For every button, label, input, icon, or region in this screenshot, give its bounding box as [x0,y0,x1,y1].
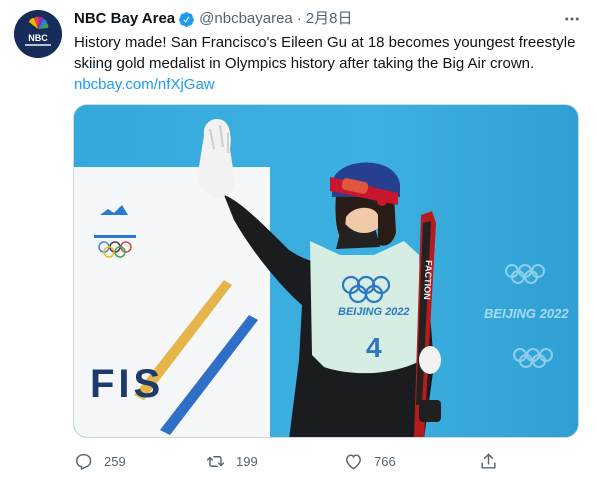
tweet-card: NBC NBC Bay Area @nbcbayarea · 2月8日 Hist… [0,0,597,477]
verified-badge-icon [178,11,195,28]
like-icon [344,452,363,471]
nbc-logo-icon: NBC [14,10,62,58]
share-icon [479,452,498,471]
reply-icon [74,452,93,471]
display-name[interactable]: NBC Bay Area [74,9,175,29]
retweet-icon [206,452,225,471]
reply-button[interactable]: 259 [74,452,126,471]
tweet-link[interactable]: nbcbay.com/nfXjGaw [74,76,215,93]
like-count: 766 [374,453,396,469]
bib-text: BEIJING 2022 [338,306,410,318]
separator: · [296,10,302,27]
tweet-body: History made! San Francisco's Eileen Gu … [74,34,576,72]
like-button[interactable]: 766 [344,452,396,471]
banner-text: BEIJING 2022 [484,306,569,321]
retweet-count: 199 [236,453,258,469]
share-button[interactable] [479,452,498,471]
fis-text: FIS [90,362,164,406]
retweet-button[interactable]: 199 [206,452,258,471]
avatar[interactable]: NBC [14,10,62,58]
ski-text: FACTION [422,260,434,300]
tweet-media-photo[interactable]: BEIJING 2022 FIS BEIJING 2022 4 FACTION [73,104,579,438]
reply-count: 259 [104,453,126,469]
tweet-date[interactable]: 2月8日 [306,9,353,29]
more-options-icon[interactable] [561,8,583,30]
tweet-header: NBC Bay Area @nbcbayarea · 2月8日 [74,9,352,29]
media-illustration: BEIJING 2022 FIS BEIJING 2022 4 FACTION [74,105,578,437]
tweet-actions: 259 199 766 [74,449,514,473]
bib-number: 4 [366,332,382,363]
tweet-text: History made! San Francisco's Eileen Gu … [74,32,584,95]
handle[interactable]: @nbcbayarea [199,9,293,29]
avatar-text: NBC [28,33,48,43]
